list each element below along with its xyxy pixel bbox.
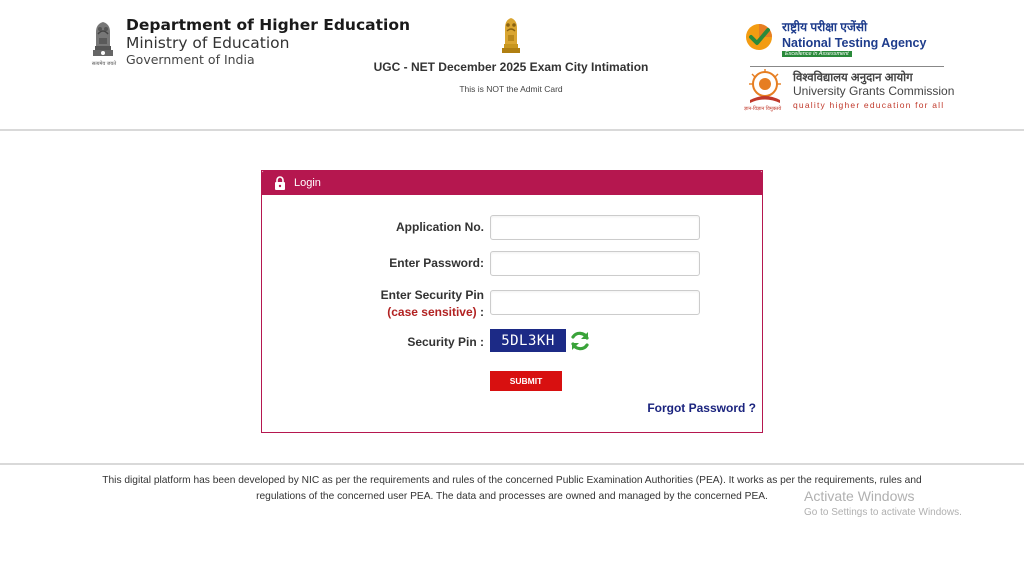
- watermark-title: Activate Windows: [804, 488, 915, 504]
- password-input[interactable]: [490, 251, 700, 276]
- login-header-label: Login: [294, 177, 321, 189]
- exam-heading: UGC - NET December 2025 Exam City Intima…: [340, 14, 682, 94]
- application-label: Application No.: [396, 220, 484, 234]
- captcha-image: 5DL3KH: [490, 329, 566, 352]
- nta-brand: राष्ट्रीय परीक्षा एजेंसी National Testin…: [744, 18, 954, 66]
- security-pin-input[interactable]: [490, 290, 700, 315]
- brand-divider: [750, 66, 944, 67]
- exam-title: UGC - NET December 2025 Exam City Intima…: [373, 60, 649, 74]
- windows-activation-watermark: Activate Windows Go to Settings to activ…: [804, 488, 962, 518]
- footer-divider: [0, 463, 1024, 465]
- forgot-password-link[interactable]: Forgot Password ?: [647, 401, 756, 415]
- ugc-tagline: quality higher education for all: [793, 100, 945, 110]
- header-divider: [0, 129, 1024, 131]
- submit-button[interactable]: SUBMIT: [490, 371, 562, 391]
- captcha-label: Security Pin :: [407, 335, 484, 349]
- nta-hindi-name: राष्ट्रीय परीक्षा एजेंसी: [782, 20, 868, 34]
- case-note-colon: :: [476, 305, 484, 319]
- page-header: सत्यमेव जयते Department of Higher Educat…: [0, 0, 1024, 130]
- ugc-brand: ज्ञान-विज्ञान विमुक्तये विश्वविद्यालय अन…: [744, 68, 964, 116]
- nta-tagline: Excellence in Assessment: [782, 51, 852, 57]
- security-pin-label: Enter Security Pin: [380, 288, 484, 302]
- security-pin-label-group: Enter Security Pin (case sensitive) :: [381, 287, 484, 321]
- nta-check-logo-icon: [746, 24, 772, 50]
- nta-name: National Testing Agency: [782, 36, 927, 50]
- case-sensitive-note: (case sensitive): [387, 305, 477, 319]
- watermark-subtitle: Go to Settings to activate Windows.: [804, 507, 962, 518]
- ugc-name: University Grants Commission: [793, 84, 955, 98]
- login-panel: Login Application No. Enter Password: En…: [261, 170, 763, 433]
- refresh-captcha-icon[interactable]: [568, 329, 592, 353]
- password-label: Enter Password:: [389, 256, 484, 270]
- lock-icon: [275, 176, 285, 190]
- exam-subtitle: This is NOT the Admit Card: [459, 84, 563, 94]
- emblem-motto: सत्यमेव जयते: [91, 61, 117, 67]
- ugc-logo-motto: ज्ञान-विज्ञान विमुक्तये: [744, 106, 782, 112]
- gold-emblem-icon: [502, 18, 520, 53]
- application-number-input[interactable]: [490, 215, 700, 240]
- login-panel-header: Login: [262, 171, 762, 195]
- ugc-hindi-name: विश्वविद्यालय अनुदान आयोग: [793, 72, 913, 84]
